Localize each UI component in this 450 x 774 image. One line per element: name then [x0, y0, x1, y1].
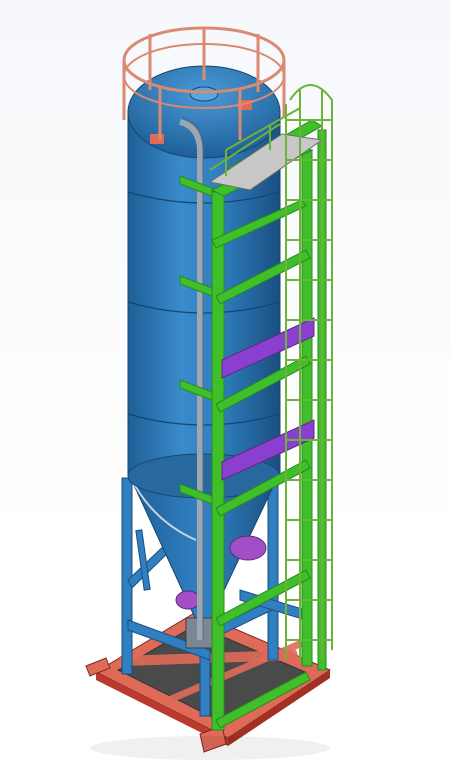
ground-shadow	[90, 736, 330, 760]
cad-viewport[interactable]	[0, 0, 450, 774]
silo-model-drawing	[85, 26, 333, 760]
